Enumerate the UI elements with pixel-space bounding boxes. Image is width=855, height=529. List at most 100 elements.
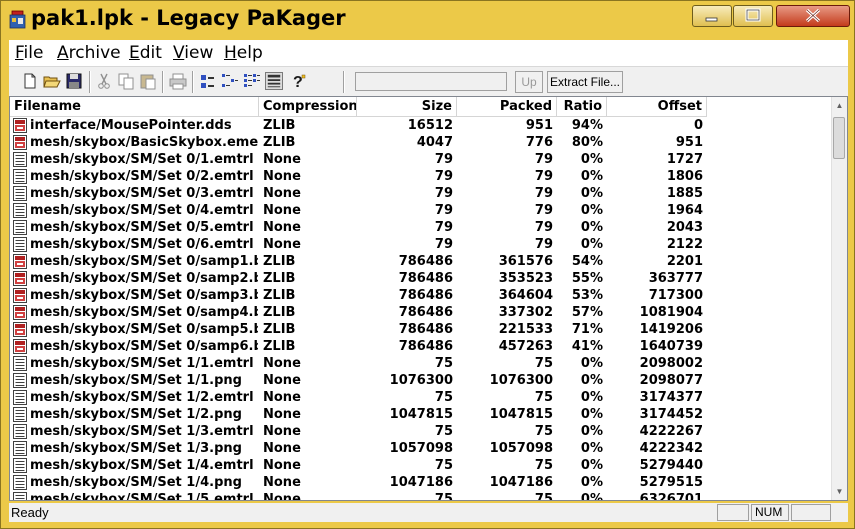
cell-packed: 353523 [498, 271, 553, 286]
cell-name: mesh/skybox/SM/Set 0/samp2.bmp [30, 271, 258, 286]
list-view-icon[interactable] [243, 72, 261, 90]
close-button[interactable] [776, 5, 850, 27]
table-row[interactable]: mesh/skybox/SM/Set 0/5.emtrl None 79 79 0% 20… [10, 219, 833, 236]
table-row[interactable]: mesh/skybox/SM/Set 1/3.png None 1057098 105… [10, 440, 833, 457]
cell-packed: 79 [534, 237, 553, 252]
text-file-icon [13, 458, 27, 473]
table-row[interactable]: mesh/skybox/SM/Set 0/samp1.bmp ZLIB 786486… [10, 253, 833, 270]
status-bar: Ready NUM [9, 503, 848, 522]
cell-compression: ZLIB [263, 271, 296, 286]
menu-archive[interactable]: Archive [57, 43, 121, 63]
column-size[interactable]: Size [357, 97, 457, 117]
table-row[interactable]: mesh/skybox/SM/Set 0/samp6.bmp ZLIB 786486… [10, 338, 833, 355]
cell-size: 1076300 [389, 373, 453, 388]
table-row[interactable]: mesh/skybox/SM/Set 1/2.emtrl None 75 75 0% 31… [10, 389, 833, 406]
menu-help[interactable]: Help [224, 43, 263, 63]
copy-icon[interactable] [117, 72, 135, 90]
cell-name: mesh/skybox/SM/Set 1/1.emtrl [30, 356, 254, 371]
column-compression[interactable]: Compression [259, 97, 357, 117]
cell-ratio: 0% [580, 492, 603, 501]
cell-packed: 1047815 [489, 407, 553, 422]
table-row[interactable]: mesh/skybox/SM/Set 1/4.png None 1047186 104… [10, 474, 833, 491]
cell-size: 79 [434, 152, 453, 167]
cell-compression: None [263, 492, 301, 501]
status-panel-num: NUM [751, 504, 789, 521]
close-icon [805, 8, 821, 23]
large-icons-icon[interactable] [199, 72, 217, 90]
cell-offset: 4222342 [639, 441, 703, 456]
new-icon[interactable] [21, 72, 39, 90]
table-row[interactable]: mesh/skybox/SM/Set 1/1.emtrl None 75 75 0% 20… [10, 355, 833, 372]
scroll-up-icon[interactable]: ▲ [832, 97, 847, 114]
table-row[interactable]: mesh/skybox/SM/Set 1/3.emtrl None 75 75 0% 42… [10, 423, 833, 440]
scroll-thumb[interactable] [833, 117, 845, 159]
help-icon[interactable]: ? [289, 72, 307, 90]
file-list[interactable]: Filename Compression Size Packed Ratio O… [9, 96, 848, 501]
table-row[interactable]: mesh/skybox/SM/Set 0/6.emtrl None 79 79 0% 21… [10, 236, 833, 253]
cell-name: mesh/skybox/SM/Set 1/1.png [30, 373, 242, 388]
maximize-button[interactable] [733, 5, 773, 27]
cell-size: 75 [434, 356, 453, 371]
table-row[interactable]: mesh/skybox/SM/Set 0/1.emtrl None 79 79 0% 17… [10, 151, 833, 168]
cut-icon[interactable] [95, 72, 113, 90]
cell-compression: ZLIB [263, 339, 296, 354]
cell-compression: None [263, 424, 301, 439]
minimize-button[interactable] [692, 5, 732, 27]
table-row[interactable]: mesh/skybox/SM/Set 0/samp4.bmp ZLIB 786486… [10, 304, 833, 321]
menu-archive-mnemonic: A [57, 43, 69, 63]
cell-name: mesh/skybox/SM/Set 1/4.emtrl [30, 458, 254, 473]
table-row[interactable]: mesh/skybox/SM/Set 1/5.emtrl None 75 75 0% 63… [10, 491, 833, 501]
title-bar[interactable]: pak1.lpk - Legacy PaKager [1, 1, 854, 39]
print-icon[interactable] [169, 72, 187, 90]
path-input[interactable] [355, 72, 507, 91]
table-row[interactable]: mesh/skybox/SM/Set 0/2.emtrl None 79 79 0% 18… [10, 168, 833, 185]
cell-name: interface/MousePointer.dds [30, 118, 232, 133]
cell-packed: 75 [534, 424, 553, 439]
save-icon[interactable] [65, 72, 83, 90]
scroll-down-icon[interactable]: ▼ [832, 483, 847, 500]
cell-ratio: 41% [571, 339, 603, 354]
cell-compression: None [263, 475, 301, 490]
menu-bar: File Archive Edit View Help [9, 40, 848, 66]
cell-name: mesh/skybox/SM/Set 0/3.emtrl [30, 186, 254, 201]
table-row[interactable]: mesh/skybox/SM/Set 0/samp5.bmp ZLIB 786486… [10, 321, 833, 338]
cell-ratio: 0% [580, 237, 603, 252]
cell-packed: 1076300 [489, 373, 553, 388]
up-button[interactable]: Up [515, 71, 543, 93]
cell-size: 786486 [398, 339, 453, 354]
cell-offset: 1727 [666, 152, 703, 167]
small-icons-icon[interactable] [221, 72, 239, 90]
table-row[interactable]: mesh/skybox/SM/Set 0/3.emtrl None 79 79 0% 18… [10, 185, 833, 202]
cell-packed: 79 [534, 169, 553, 184]
table-row[interactable]: mesh/skybox/SM/Set 1/1.png None 1076300 107… [10, 372, 833, 389]
open-icon[interactable] [43, 72, 61, 90]
extract-file-button[interactable]: Extract File... [547, 71, 623, 93]
table-row[interactable]: mesh/skybox/SM/Set 0/samp2.bmp ZLIB 786486… [10, 270, 833, 287]
cell-ratio: 55% [571, 271, 603, 286]
text-file-icon [13, 424, 27, 439]
table-row[interactable]: mesh/skybox/SM/Set 1/4.emtrl None 75 75 0% 52… [10, 457, 833, 474]
column-packed[interactable]: Packed [457, 97, 557, 117]
menu-file[interactable]: File [15, 43, 43, 63]
column-ratio[interactable]: Ratio [557, 97, 607, 117]
cell-compression: None [263, 152, 301, 167]
cell-ratio: 0% [580, 152, 603, 167]
table-row[interactable]: mesh/skybox/BasicSkybox.emesh ZLIB 4047 776… [10, 134, 833, 151]
column-offset[interactable]: Offset [607, 97, 707, 117]
cell-ratio: 71% [571, 322, 603, 337]
table-row[interactable]: mesh/skybox/SM/Set 0/4.emtrl None 79 79 0% 19… [10, 202, 833, 219]
table-row[interactable]: mesh/skybox/SM/Set 1/2.png None 1047815 104… [10, 406, 833, 423]
column-filename[interactable]: Filename [10, 97, 259, 117]
vertical-scrollbar[interactable]: ▲ ▼ [831, 97, 847, 500]
cell-size: 79 [434, 220, 453, 235]
toolbar-separator [343, 71, 345, 93]
app-icon [9, 10, 26, 29]
menu-view[interactable]: View [173, 43, 213, 63]
menu-edit[interactable]: Edit [129, 43, 162, 63]
paste-icon[interactable] [139, 72, 157, 90]
details-view-icon[interactable] [265, 72, 283, 90]
table-row[interactable]: mesh/skybox/SM/Set 0/samp3.bmp ZLIB 786486… [10, 287, 833, 304]
cell-ratio: 53% [571, 288, 603, 303]
cell-name: mesh/skybox/SM/Set 1/3.png [30, 441, 242, 456]
table-row[interactable]: interface/MousePointer.dds ZLIB 16512 951 94… [10, 117, 833, 134]
